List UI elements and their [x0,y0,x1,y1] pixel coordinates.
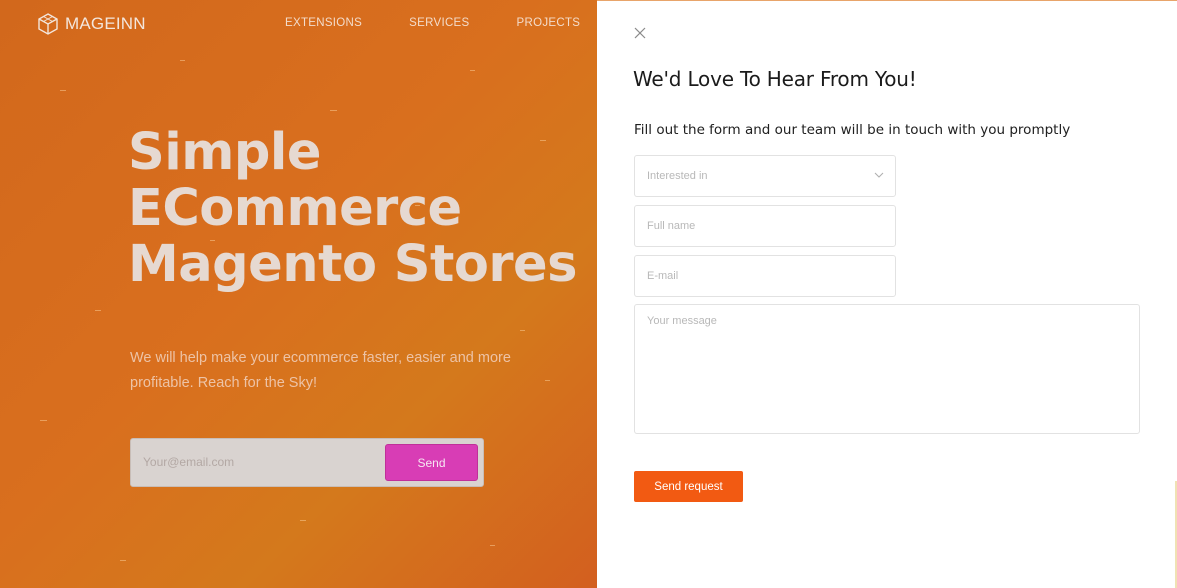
subscribe-send-button[interactable]: Send [385,444,478,481]
hero-subtitle: We will help make your ecommerce faster,… [130,350,511,391]
chevron-down-icon [874,172,884,178]
contact-panel: We'd Love To Hear From You! Fill out the… [597,0,1177,588]
close-icon [634,27,646,39]
close-button[interactable] [633,26,647,40]
full-name-field[interactable]: Full name [634,205,896,247]
hero-section: MAGEINN EXTENSIONS SERVICES PROJECTS Sim… [0,0,597,588]
email-placeholder: E-mail [647,270,679,282]
hero-title-line: ECommerce [128,179,462,238]
nav-item-projects[interactable]: PROJECTS [517,17,581,29]
hero-title: Simple ECommerce Magento Stores [128,123,578,294]
message-textarea[interactable]: Your message [634,304,1140,434]
interested-in-placeholder: Interested in [647,170,708,182]
main-nav: EXTENSIONS SERVICES PROJECTS [285,17,580,29]
subscribe-email-input[interactable]: Your@email.com [143,455,234,469]
cube-logo-icon [38,13,58,35]
subscribe-form: Your@email.com Send [130,438,484,487]
nav-item-extensions[interactable]: EXTENSIONS [285,17,362,29]
brand-logo[interactable]: MAGEINN [36,12,146,36]
hero-title-line: Simple [128,123,321,182]
nav-item-services[interactable]: SERVICES [409,17,469,29]
panel-description: Fill out the form and our team will be i… [634,122,1071,138]
panel-title: We'd Love To Hear From You! [633,67,917,91]
page: MAGEINN EXTENSIONS SERVICES PROJECTS Sim… [0,0,1177,588]
hero-title-line: Magento Stores [128,235,578,294]
interested-in-select[interactable]: Interested in [634,155,896,197]
message-placeholder: Your message [647,315,717,327]
send-request-button[interactable]: Send request [634,471,743,502]
email-field[interactable]: E-mail [634,255,896,297]
brand-name: MAGEINN [65,14,146,33]
full-name-placeholder: Full name [647,220,696,232]
